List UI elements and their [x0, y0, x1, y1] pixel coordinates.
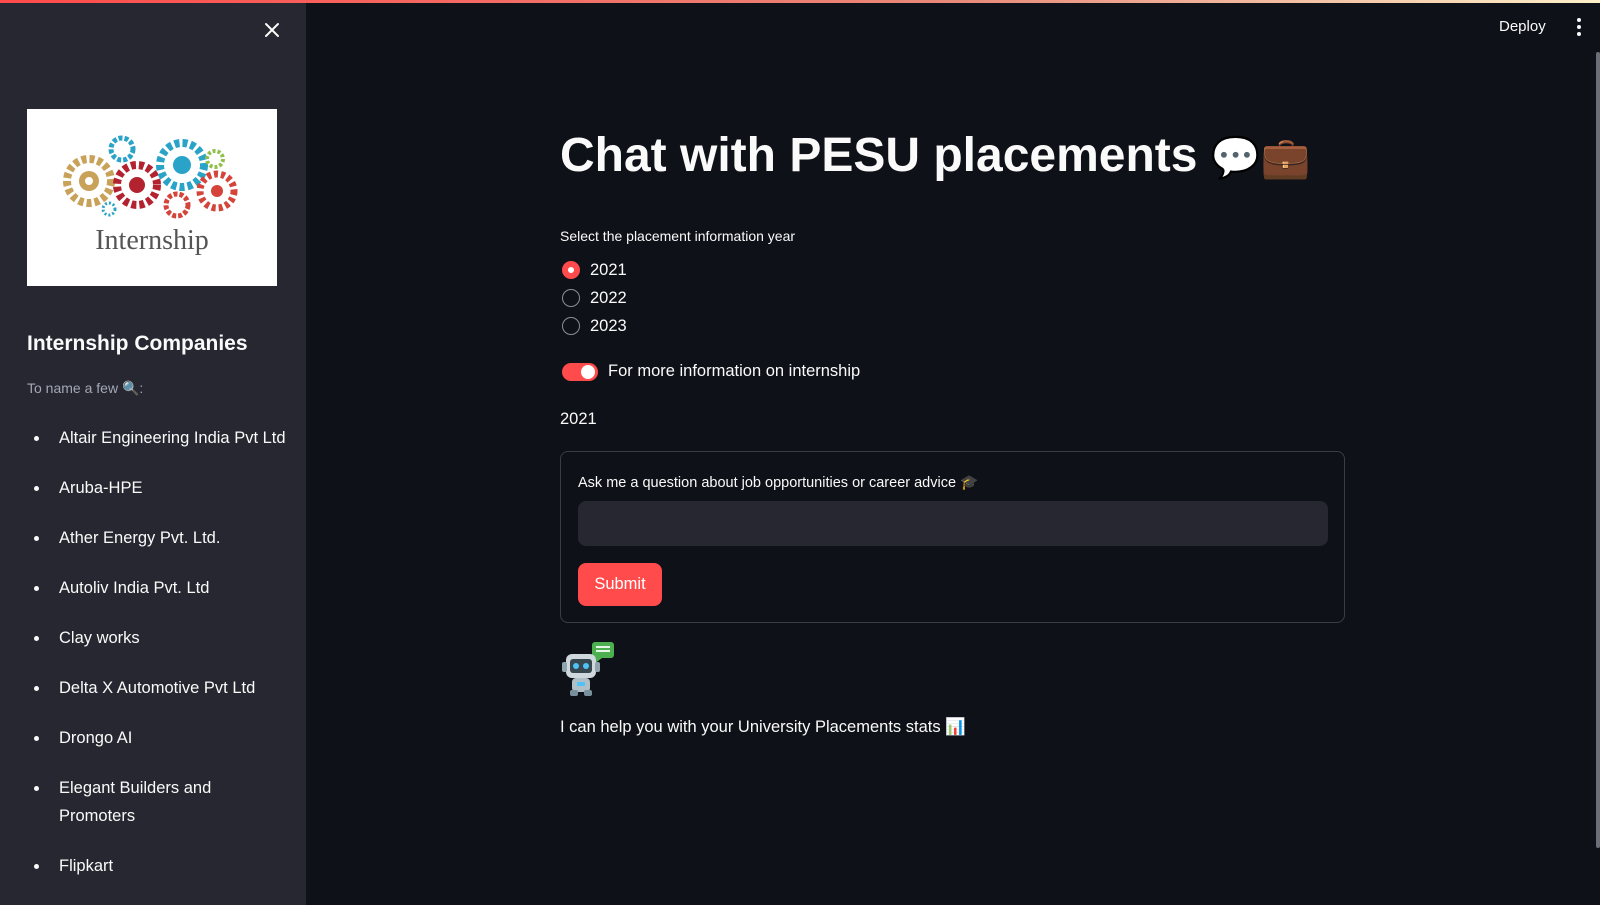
- year-radio-group: 2021 2022 2023: [560, 256, 627, 340]
- question-form: Ask me a question about job opportunitie…: [560, 451, 1345, 623]
- list-item: Delta X Automotive Pvt Ltd: [27, 674, 287, 702]
- gears-illustration: Internship: [63, 135, 238, 256]
- deploy-button[interactable]: Deploy: [1493, 16, 1552, 37]
- robot-chat-icon: [560, 640, 618, 698]
- help-text: I can help you with your University Plac…: [560, 718, 966, 736]
- image-caption: Internship: [95, 225, 209, 256]
- question-input[interactable]: [578, 501, 1328, 546]
- list-item: Autoliv India Pvt. Ltd: [27, 574, 287, 602]
- close-sidebar-button[interactable]: [258, 16, 286, 44]
- radio-option-label: 2021: [590, 260, 627, 279]
- list-item: Drongo AI: [27, 724, 287, 752]
- page-title: Chat with PESU placements 💬💼: [560, 128, 1310, 183]
- radio-option-label: 2022: [590, 288, 627, 307]
- close-icon[interactable]: [258, 16, 286, 44]
- radio-button[interactable]: [562, 289, 580, 307]
- sidebar: Internship Internship Companies To name …: [0, 0, 306, 905]
- top-decoration-bar: [0, 0, 1600, 3]
- chat-briefcase-icon: 💬💼: [1210, 135, 1311, 181]
- radio-button[interactable]: [562, 317, 580, 335]
- page-title-text: Chat with PESU placements: [560, 129, 1198, 182]
- radio-button[interactable]: [562, 261, 580, 279]
- company-list: Altair Engineering India Pvt Ltd Aruba-H…: [27, 424, 287, 902]
- list-item: Ather Energy Pvt. Ltd.: [27, 524, 287, 552]
- kebab-menu-icon[interactable]: [1571, 16, 1587, 38]
- radio-option-2022[interactable]: 2022: [560, 284, 627, 312]
- sidebar-subtext: To name a few 🔍:: [27, 380, 144, 396]
- year-radio-label: Select the placement information year: [560, 228, 796, 244]
- selected-year-text: 2021: [560, 410, 597, 428]
- list-item: Flipkart: [27, 852, 287, 880]
- list-item: Clay works: [27, 624, 287, 652]
- list-item: Altair Engineering India Pvt Ltd: [27, 424, 287, 452]
- radio-option-2023[interactable]: 2023: [560, 312, 627, 340]
- scrollbar[interactable]: [1596, 52, 1600, 848]
- sidebar-heading: Internship Companies: [27, 332, 248, 355]
- radio-option-2021[interactable]: 2021: [560, 256, 627, 284]
- toggle-switch[interactable]: [562, 362, 598, 381]
- toggle-label: For more information on internship: [608, 362, 861, 380]
- question-label: Ask me a question about job opportunitie…: [578, 475, 979, 491]
- radio-option-label: 2023: [590, 316, 627, 335]
- list-item: Aruba-HPE: [27, 474, 287, 502]
- internship-image: Internship: [27, 109, 277, 286]
- internship-toggle[interactable]: For more information on internship: [562, 362, 860, 381]
- toggle-knob: [581, 364, 595, 379]
- submit-button[interactable]: Submit: [578, 563, 662, 606]
- list-item: Elegant Builders and Promoters: [27, 774, 287, 830]
